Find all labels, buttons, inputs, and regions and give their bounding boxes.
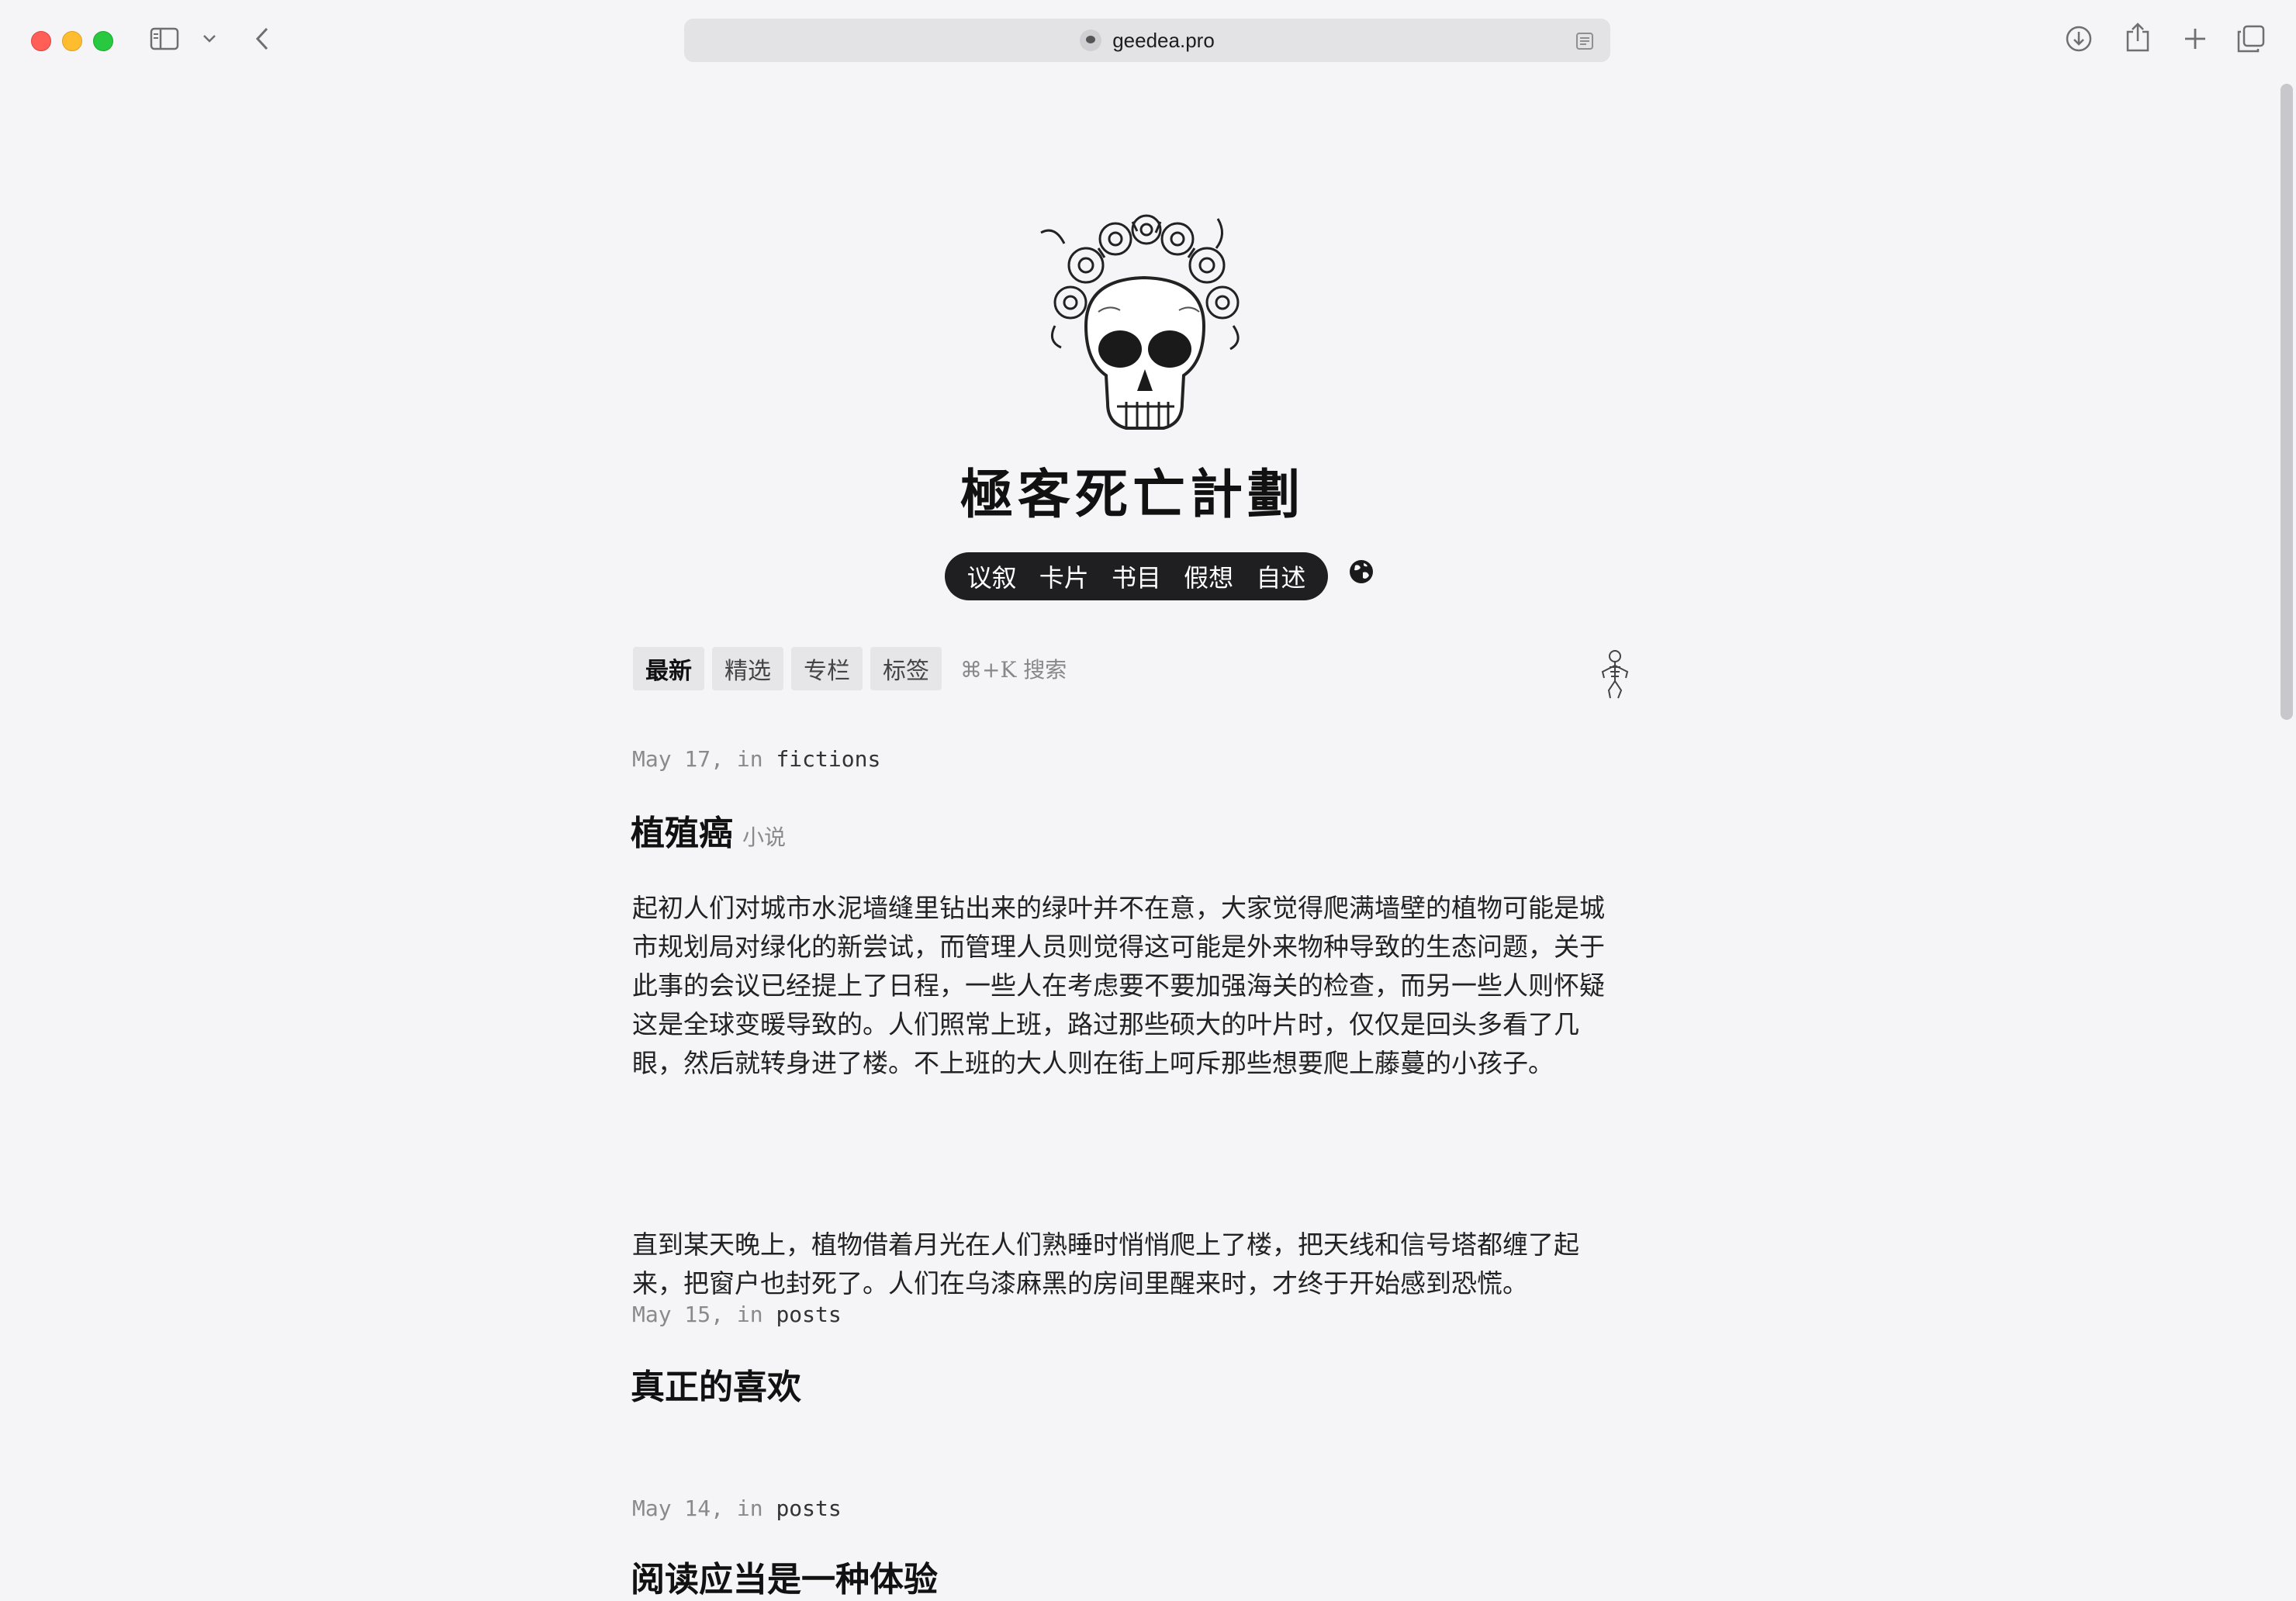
site-favicon-icon [1080,29,1102,51]
nav-item-zishu[interactable]: 自述 [1256,558,1305,594]
post-in-label: in [736,746,763,772]
tab-columns[interactable]: 专栏 [791,647,863,690]
nav-item-jiaxiang[interactable]: 假想 [1184,558,1233,594]
post-date: May 17, [632,746,724,772]
post-in-label: in [736,1302,763,1327]
post-title[interactable]: 阅读应当是一种体验 [631,1551,938,1601]
post-category-link[interactable]: fictions [776,746,880,772]
back-icon[interactable] [250,23,275,54]
post-category-link[interactable]: posts [776,1302,841,1327]
nav-item-shumu[interactable]: 书目 [1112,558,1161,594]
nav-item-kapian[interactable]: 卡片 [1039,558,1089,594]
zoom-window-button[interactable] [93,31,113,51]
minimize-window-button[interactable] [62,31,82,51]
skeleton-icon[interactable] [1596,648,1634,700]
post-excerpt-paragraph: 直到某天晚上，植物借着月光在人们熟睡时悄悄爬上了楼，把天线和信号塔都缠了起来，把… [632,1229,1579,1298]
search-shortcut-hint[interactable]: ⌘+K 搜索 [960,653,1067,684]
post-tag: 小说 [742,825,787,850]
tab-overview-icon[interactable] [2235,23,2267,54]
address-bar[interactable]: geedea.pro [684,19,1610,62]
sidebar-icon[interactable] [149,25,180,53]
post-category-link[interactable]: posts [776,1496,841,1521]
post-meta: May 14, in posts [632,1496,842,1521]
tab-latest[interactable]: 最新 [633,647,704,690]
close-window-button[interactable] [31,31,51,51]
post-date: May 14, [632,1496,724,1521]
flower-skull-icon [1024,209,1264,450]
post-title[interactable]: 植殖癌 小说 [631,805,786,855]
new-tab-icon[interactable] [2180,23,2211,54]
post-excerpt-paragraph: 起初人们对城市水泥墙缝里钻出来的绿叶并不在意，大家觉得爬满墙壁的植物可能是城市规… [632,893,1605,1078]
nav-item-yixu[interactable]: 议叙 [967,558,1017,594]
share-icon[interactable] [2122,20,2153,54]
main-nav: 议叙 卡片 书目 假想 自述 [945,552,1328,600]
post-title[interactable]: 真正的喜欢 [631,1359,801,1409]
url-text: geedea.pro [1112,28,1215,52]
post-title-text[interactable]: 植殖癌 [631,814,733,853]
site-title[interactable]: 極客死亡計劃 [877,451,1388,528]
page-content: 極客死亡計劃 议叙 卡片 书目 假想 自述 最新 精选 专栏 标签 ⌘+K 搜索… [0,78,2296,1599]
tab-tags[interactable]: 标签 [870,647,942,690]
filter-tabs: 最新 精选 专栏 标签 ⌘+K 搜索 [633,647,1067,690]
globe-icon[interactable] [1348,558,1374,585]
download-icon[interactable] [2063,23,2094,54]
post-in-label: in [736,1496,763,1521]
tab-featured[interactable]: 精选 [712,647,783,690]
reader-icon[interactable] [1575,31,1595,54]
browser-toolbar: geedea.pro [0,0,2296,78]
post-date: May 15, [632,1302,724,1327]
post-meta: May 17, in fictions [632,746,880,772]
chevron-down-icon[interactable] [200,29,219,48]
post-meta: May 15, in posts [632,1302,842,1327]
